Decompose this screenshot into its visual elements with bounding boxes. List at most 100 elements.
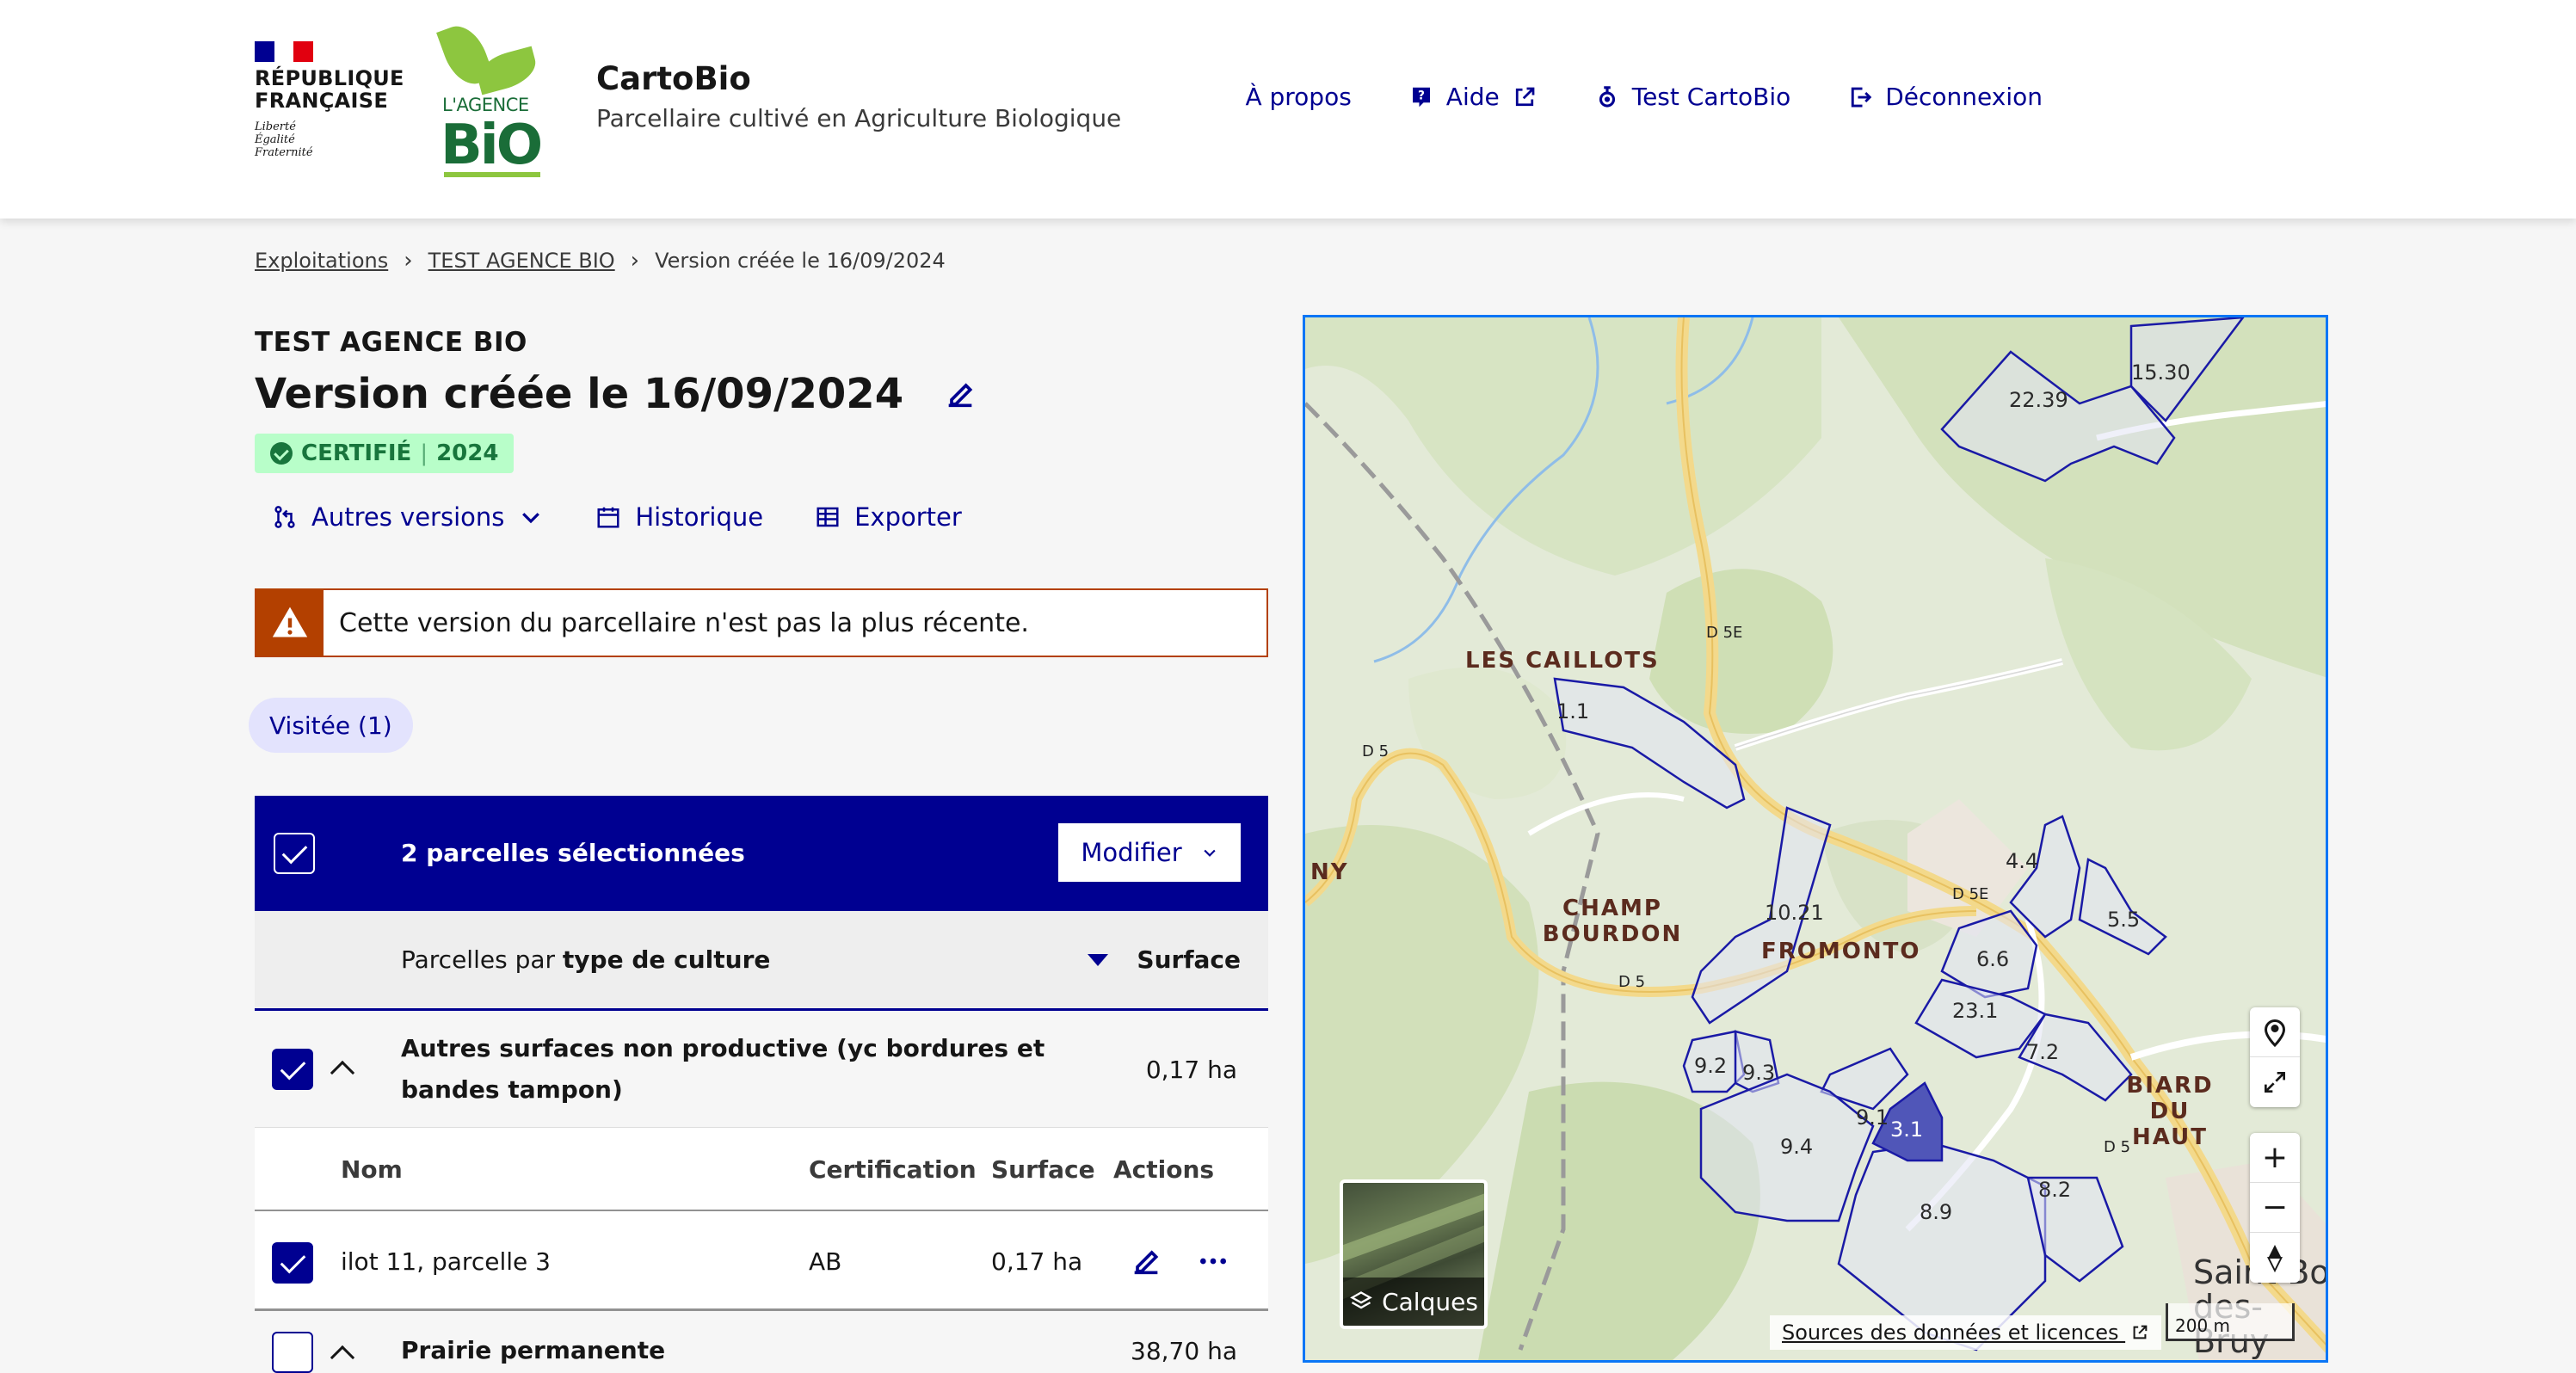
parcel-label[interactable]: 9.3 (1742, 1061, 1775, 1085)
filter-tag-visitee[interactable]: Visitée (1) (249, 698, 413, 753)
parcel-label[interactable]: 8.9 (1920, 1200, 1952, 1224)
republique-francaise-logo[interactable]: RÉPUBLIQUE FRANÇAISE Liberté Égalité Fra… (255, 41, 404, 159)
version-actions: Autres versions Historique Exporter (272, 502, 962, 532)
parcel-label[interactable]: 22.39 (2009, 388, 2068, 412)
flag-icon (255, 41, 314, 62)
parcel-label[interactable]: 4.4 (2006, 849, 2038, 873)
chevron-down-icon (1204, 849, 1216, 857)
badge-year: 2024 (436, 440, 499, 466)
group-by-value: type de culture (562, 945, 771, 974)
alert-text: Cette version du parcellaire n'est pas l… (339, 607, 1029, 638)
sources-link[interactable]: Sources des données et licences (1770, 1315, 2162, 1350)
edit-icon[interactable] (943, 377, 977, 411)
row-checkbox[interactable] (272, 1242, 313, 1284)
marianne-line2: FRANÇAISE (255, 89, 389, 113)
nav-a-propos-label: À propos (1245, 83, 1352, 111)
parcel-label[interactable]: 23.1 (1952, 999, 1998, 1023)
agence-bio-logo[interactable]: L'AGENCE BiO (436, 19, 545, 179)
parcel-label[interactable]: 6.6 (1976, 947, 2009, 971)
nav-test-cartobio-label: Test CartoBio (1631, 83, 1791, 111)
marianne-line1: RÉPUBLIQUE (255, 66, 404, 90)
chevron-right-icon: › (404, 248, 413, 274)
table-icon (817, 507, 839, 527)
edit-icon[interactable] (1129, 1244, 1163, 1278)
fullscreen-button[interactable] (2250, 1057, 2300, 1107)
parcel-map[interactable]: LES CAILLOTS CHAMP BOURDON FROMONTO BIAR… (1303, 315, 2328, 1363)
group-by-prefix: Parcelles par (401, 945, 563, 974)
group-area: 0,17 ha (1145, 1056, 1237, 1084)
outdated-version-alert: Cette version du parcellaire n'est pas l… (255, 588, 1268, 657)
parcel-label[interactable]: 8.2 (2038, 1178, 2071, 1202)
group-checkbox[interactable] (272, 1049, 313, 1090)
row-certification: AB (809, 1247, 842, 1276)
caret-down-icon[interactable] (1088, 954, 1108, 966)
other-versions-label: Autres versions (311, 502, 505, 532)
parcel-label[interactable]: 3.1 (1890, 1117, 1923, 1142)
calendar-icon (597, 507, 619, 528)
nav-a-propos[interactable]: À propos (1245, 83, 1351, 111)
logout-icon (1852, 87, 1872, 107)
location-pin-icon (2264, 1019, 2286, 1047)
layers-label: Calques (1382, 1287, 1478, 1316)
site-header: RÉPUBLIQUE FRANÇAISE Liberté Égalité Fra… (0, 0, 2576, 219)
parcel-label[interactable]: 10.21 (1765, 901, 1824, 925)
group-row-prairie[interactable]: Prairie permanente 38,70 ha (255, 1311, 1268, 1373)
place-label: FROMONTO (1761, 939, 1921, 964)
row-surface: 0,17 ha (991, 1247, 1083, 1276)
nav-aide[interactable]: ? Aide (1408, 83, 1538, 111)
zoom-out-button[interactable]: − (2250, 1183, 2300, 1233)
place-label: BIARD DU HAUT (2126, 1073, 2214, 1150)
app-title: CartoBio (596, 60, 751, 97)
export-button[interactable]: Exporter (815, 502, 962, 532)
road-label: D 5 (1618, 973, 1646, 991)
select-all-checkbox[interactable] (274, 833, 315, 874)
road-label: D 5E (1706, 624, 1743, 642)
table-row[interactable]: ilot 11, parcelle 3 AB 0,17 ha (255, 1211, 1268, 1311)
nav-deconnexion[interactable]: Déconnexion (1847, 83, 2043, 111)
breadcrumb-operator[interactable]: TEST AGENCE BIO (428, 249, 615, 273)
zoom-in-button[interactable]: + (2250, 1133, 2300, 1183)
compass-button[interactable] (2250, 1233, 2300, 1283)
external-link-icon (2133, 1325, 2148, 1339)
breadcrumb-exploitations[interactable]: Exploitations (255, 249, 388, 273)
badge-status: CERTIFIÉ (301, 440, 412, 466)
table-header: Parcelles par type de culture Surface (255, 911, 1268, 1011)
header-nav: À propos ? Aide Test CartoBio Déconnexio… (1245, 83, 2043, 111)
parcel-label[interactable]: 15.30 (2131, 360, 2191, 385)
group-checkbox[interactable] (272, 1332, 313, 1373)
road-label: D 5 (2104, 1138, 2131, 1156)
nav-test-cartobio[interactable]: Test CartoBio (1594, 83, 1791, 111)
agence-logo-small-text: L'AGENCE (442, 95, 529, 115)
history-button[interactable]: Historique (595, 502, 763, 532)
external-link-icon (1515, 87, 1535, 106)
col-certification: Certification (809, 1155, 977, 1184)
col-name: Nom (341, 1155, 403, 1184)
more-icon[interactable] (1196, 1244, 1230, 1278)
group-row-autres-surfaces[interactable]: Autres surfaces non productive (yc bordu… (255, 1011, 1268, 1127)
other-versions-button[interactable]: Autres versions (272, 502, 544, 532)
version-title-row: Version créée le 16/09/2024 (255, 370, 977, 418)
layers-button[interactable]: Calques (1340, 1179, 1488, 1329)
parcel-label[interactable]: 7.2 (2026, 1040, 2059, 1064)
status-badge: CERTIFIÉ | 2024 (255, 434, 515, 473)
agence-logo-big-text: BiO (441, 114, 543, 177)
selection-bar: 2 parcelles sélectionnées Modifier (255, 796, 1268, 911)
group-by-label[interactable]: Parcelles par type de culture (401, 945, 770, 974)
nav-deconnexion-label: Déconnexion (1885, 83, 2043, 111)
parcel-label[interactable]: 1.1 (1556, 699, 1589, 723)
selection-count: 2 parcelles sélectionnées (401, 839, 745, 867)
operator-name: TEST AGENCE BIO (255, 327, 527, 358)
badge-separator: | (420, 440, 428, 466)
geolocate-button[interactable] (2250, 1007, 2300, 1057)
map-top-controls (2250, 1007, 2300, 1107)
flask-icon (1599, 85, 1615, 108)
parcel-label[interactable]: 9.1 (1856, 1105, 1889, 1130)
chevron-up-icon[interactable] (330, 1060, 355, 1086)
modify-button[interactable]: Modifier (1058, 823, 1241, 882)
parcel-label[interactable]: 9.2 (1694, 1054, 1727, 1078)
service-brand[interactable]: CartoBio Parcellaire cultivé en Agricult… (596, 57, 1121, 136)
parcel-label[interactable]: 5.5 (2107, 908, 2140, 932)
chevron-up-icon[interactable] (330, 1345, 355, 1370)
parcel-label[interactable]: 9.4 (1780, 1135, 1813, 1159)
modify-label: Modifier (1081, 838, 1182, 867)
